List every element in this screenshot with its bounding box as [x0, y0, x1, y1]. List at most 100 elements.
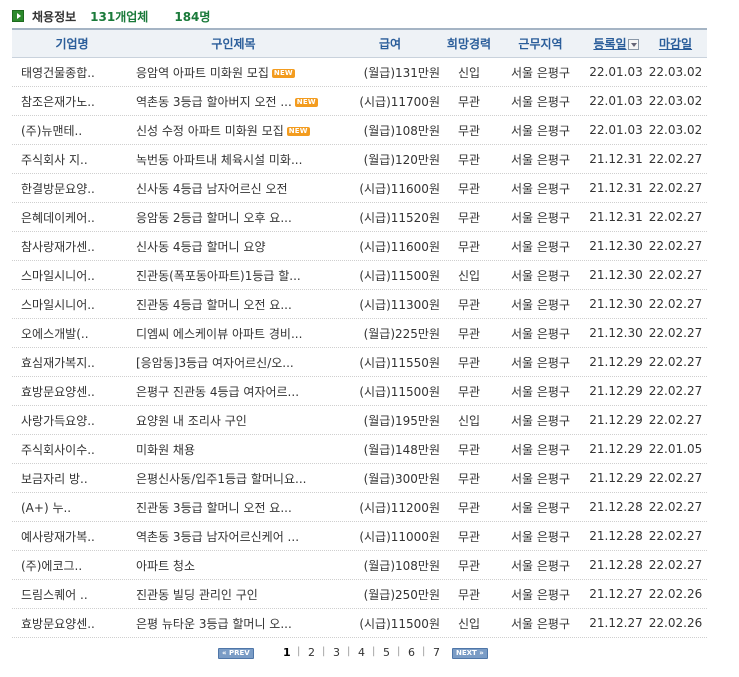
company-cell[interactable]: 주식회사 지..	[12, 151, 132, 168]
company-cell[interactable]: 스마일시니어..	[12, 296, 132, 313]
title-cell-text[interactable]: 역촌동 3등급 남자어르신케어 ...	[136, 530, 299, 544]
sort-deadline-link[interactable]: 마감일	[659, 37, 692, 51]
page-link[interactable]: 4	[358, 646, 365, 659]
title-cell[interactable]: 진관동 빌딩 관리인 구인	[132, 586, 335, 603]
company-cell[interactable]: 오에스개발(..	[12, 325, 132, 342]
table-row[interactable]: 한결방문요양.. 신사동 4등급 남자어르신 오전 (시급)11600원 무관 서울 은…	[12, 174, 707, 203]
page-link[interactable]: 5	[383, 646, 390, 659]
title-cell-text[interactable]: 역촌동 3등급 할아버지 오전 ...	[136, 95, 292, 109]
company-cell-text[interactable]: 오에스개발(..	[21, 327, 89, 341]
company-cell-text[interactable]: (주)뉴맨테..	[21, 124, 82, 138]
title-cell[interactable]: 녹번동 아파트내 체육시설 미화...	[132, 151, 335, 168]
company-cell-text[interactable]: 주식회사이수..	[21, 443, 95, 457]
table-row[interactable]: 오에스개발(.. 디엠씨 에스케이뷰 아파트 경비... (월급)225만원 무관 서울…	[12, 319, 707, 348]
company-cell[interactable]: 태영건물종합..	[12, 64, 132, 81]
title-cell[interactable]: 응암동 2등급 할머니 오후 요...	[132, 209, 335, 226]
table-row[interactable]: 보금자리 방.. 은평신사동/입주1등급 할머니요... (월급)300만원 무관 서울…	[12, 464, 707, 493]
title-cell-text[interactable]: 신사동 4등급 남자어르신 오전	[136, 182, 288, 196]
company-cell[interactable]: (주)에코그..	[12, 557, 132, 574]
title-cell[interactable]: 신성 수정 아파트 미화원 모집 NEW	[132, 122, 335, 139]
company-cell[interactable]: 효방문요양센..	[12, 615, 132, 632]
title-cell-text[interactable]: 디엠씨 에스케이뷰 아파트 경비...	[136, 327, 302, 341]
company-cell-text[interactable]: 주식회사 지..	[21, 153, 88, 167]
company-cell-text[interactable]: 스마일시니어..	[21, 298, 95, 312]
company-cell-text[interactable]: 스마일시니어..	[21, 269, 95, 283]
table-row[interactable]: 주식회사이수.. 미화원 채용 (월급)148만원 무관 서울 은평구 21.12.29 2…	[12, 435, 707, 464]
title-cell-text[interactable]: 은평 뉴타운 3등급 할머니 오...	[136, 617, 292, 631]
table-row[interactable]: 참조은재가노.. 역촌동 3등급 할아버지 오전 ... NEW (시급)11700원…	[12, 87, 707, 116]
table-row[interactable]: 스마일시니어.. 진관동 4등급 할머니 오전 요... (시급)11300원 무관 서…	[12, 290, 707, 319]
title-cell-text[interactable]: 아파트 청소	[136, 559, 195, 573]
company-cell[interactable]: 참사랑재가센..	[12, 238, 132, 255]
company-cell-text[interactable]: 효방문요양센..	[21, 385, 95, 399]
company-cell-text[interactable]: 드림스퀘어 ..	[21, 588, 88, 602]
title-cell[interactable]: 신사동 4등급 남자어르신 오전	[132, 180, 335, 197]
next-page-button[interactable]: NEXT »	[452, 648, 488, 659]
company-cell-text[interactable]: 한결방문요양..	[21, 182, 95, 196]
company-cell-text[interactable]: 사랑가득요양..	[21, 414, 95, 428]
company-cell[interactable]: 스마일시니어..	[12, 267, 132, 284]
table-row[interactable]: 주식회사 지.. 녹번동 아파트내 체육시설 미화... (월급)120만원 무관 서울…	[12, 145, 707, 174]
title-cell[interactable]: 진관동(폭포동아파트)1등급 할...	[132, 267, 335, 284]
title-cell-text[interactable]: 진관동 3등급 할머니 오전 요...	[136, 501, 292, 515]
table-row[interactable]: (A+) 누.. 진관동 3등급 할머니 오전 요... (시급)11200원 무관 서…	[12, 493, 707, 522]
table-row[interactable]: 태영건물종합.. 응암역 아파트 미화원 모집 NEW (월급)131만원 신입 서울 은…	[12, 58, 707, 87]
title-cell[interactable]: 응암역 아파트 미화원 모집 NEW	[132, 64, 335, 81]
company-cell-text[interactable]: 예사랑재가복..	[21, 530, 95, 544]
title-cell[interactable]: 미화원 채용	[132, 441, 335, 458]
title-cell-text[interactable]: 진관동 4등급 할머니 오전 요...	[136, 298, 292, 312]
table-row[interactable]: 사랑가득요양.. 요양원 내 조리사 구인 (월급)195만원 신입 서울 은평구 21.…	[12, 406, 707, 435]
page-link[interactable]: 3	[333, 646, 340, 659]
company-cell[interactable]: 효방문요양센..	[12, 383, 132, 400]
table-row[interactable]: (주)에코그.. 아파트 청소 (월급)108만원 무관 서울 은평구 21.12.28 2…	[12, 551, 707, 580]
title-cell[interactable]: [응암동]3등급 여자어르신/오...	[132, 354, 335, 371]
company-cell-text[interactable]: (주)에코그..	[21, 559, 82, 573]
sort-reg-date-link[interactable]: 등록일	[593, 37, 626, 51]
company-cell-text[interactable]: 태영건물종합..	[21, 66, 95, 80]
company-cell[interactable]: 보금자리 방..	[12, 470, 132, 487]
title-cell-text[interactable]: 응암역 아파트 미화원 모집	[136, 66, 269, 80]
company-cell-text[interactable]: 효심재가복지..	[21, 356, 95, 370]
title-cell-text[interactable]: 은평신사동/입주1등급 할머니요...	[136, 472, 306, 486]
company-cell[interactable]: 예사랑재가복..	[12, 528, 132, 545]
company-cell[interactable]: (주)뉴맨테..	[12, 122, 132, 139]
title-cell[interactable]: 은평신사동/입주1등급 할머니요...	[132, 470, 335, 487]
company-cell[interactable]: 드림스퀘어 ..	[12, 586, 132, 603]
company-cell-text[interactable]: 참사랑재가센..	[21, 240, 95, 254]
page-link[interactable]: 2	[308, 646, 315, 659]
sort-dropdown-icon[interactable]	[627, 39, 639, 50]
company-cell[interactable]: 은혜데이케어..	[12, 209, 132, 226]
table-row[interactable]: 예사랑재가복.. 역촌동 3등급 남자어르신케어 ... (시급)11000원 무관 서…	[12, 522, 707, 551]
title-cell-text[interactable]: 은평구 진관동 4등급 여자어르...	[136, 385, 299, 399]
company-cell-text[interactable]: 참조은재가노..	[21, 95, 95, 109]
title-cell[interactable]: 진관동 4등급 할머니 오전 요...	[132, 296, 335, 313]
table-row[interactable]: 효심재가복지.. [응암동]3등급 여자어르신/오... (시급)11550원 무관 서…	[12, 348, 707, 377]
title-cell[interactable]: 은평 뉴타운 3등급 할머니 오...	[132, 615, 335, 632]
company-cell-text[interactable]: (A+) 누..	[21, 501, 71, 515]
title-cell-text[interactable]: 미화원 채용	[136, 443, 195, 457]
title-cell[interactable]: 신사동 4등급 할머니 요양	[132, 238, 335, 255]
table-row[interactable]: 은혜데이케어.. 응암동 2등급 할머니 오후 요... (시급)11520원 무관 서…	[12, 203, 707, 232]
company-cell-text[interactable]: 보금자리 방..	[21, 472, 88, 486]
title-cell-text[interactable]: 진관동(폭포동아파트)1등급 할...	[136, 269, 301, 283]
page-link[interactable]: 1	[283, 646, 291, 659]
table-row[interactable]: 드림스퀘어 .. 진관동 빌딩 관리인 구인 (월급)250만원 무관 서울 은평구 21…	[12, 580, 707, 609]
table-row[interactable]: 효방문요양센.. 은평구 진관동 4등급 여자어르... (시급)11500원 무관 서…	[12, 377, 707, 406]
page-link[interactable]: 6	[408, 646, 415, 659]
title-cell[interactable]: 진관동 3등급 할머니 오전 요...	[132, 499, 335, 516]
company-cell-text[interactable]: 은혜데이케어..	[21, 211, 95, 225]
title-cell[interactable]: 디엠씨 에스케이뷰 아파트 경비...	[132, 325, 335, 342]
company-cell[interactable]: 한결방문요양..	[12, 180, 132, 197]
title-cell-text[interactable]: 신사동 4등급 할머니 요양	[136, 240, 265, 254]
company-cell[interactable]: 사랑가득요양..	[12, 412, 132, 429]
table-row[interactable]: (주)뉴맨테.. 신성 수정 아파트 미화원 모집 NEW (월급)108만원 무관 서울…	[12, 116, 707, 145]
title-cell-text[interactable]: [응암동]3등급 여자어르신/오...	[136, 356, 294, 370]
company-cell[interactable]: 효심재가복지..	[12, 354, 132, 371]
title-cell[interactable]: 요양원 내 조리사 구인	[132, 412, 335, 429]
table-row[interactable]: 참사랑재가센.. 신사동 4등급 할머니 요양 (시급)11600원 무관 서울 은평구…	[12, 232, 707, 261]
table-row[interactable]: 효방문요양센.. 은평 뉴타운 3등급 할머니 오... (시급)11500원 신입 서…	[12, 609, 707, 638]
title-cell-text[interactable]: 응암동 2등급 할머니 오후 요...	[136, 211, 292, 225]
title-cell-text[interactable]: 녹번동 아파트내 체육시설 미화...	[136, 153, 302, 167]
company-cell[interactable]: 주식회사이수..	[12, 441, 132, 458]
company-cell[interactable]: (A+) 누..	[12, 499, 132, 516]
